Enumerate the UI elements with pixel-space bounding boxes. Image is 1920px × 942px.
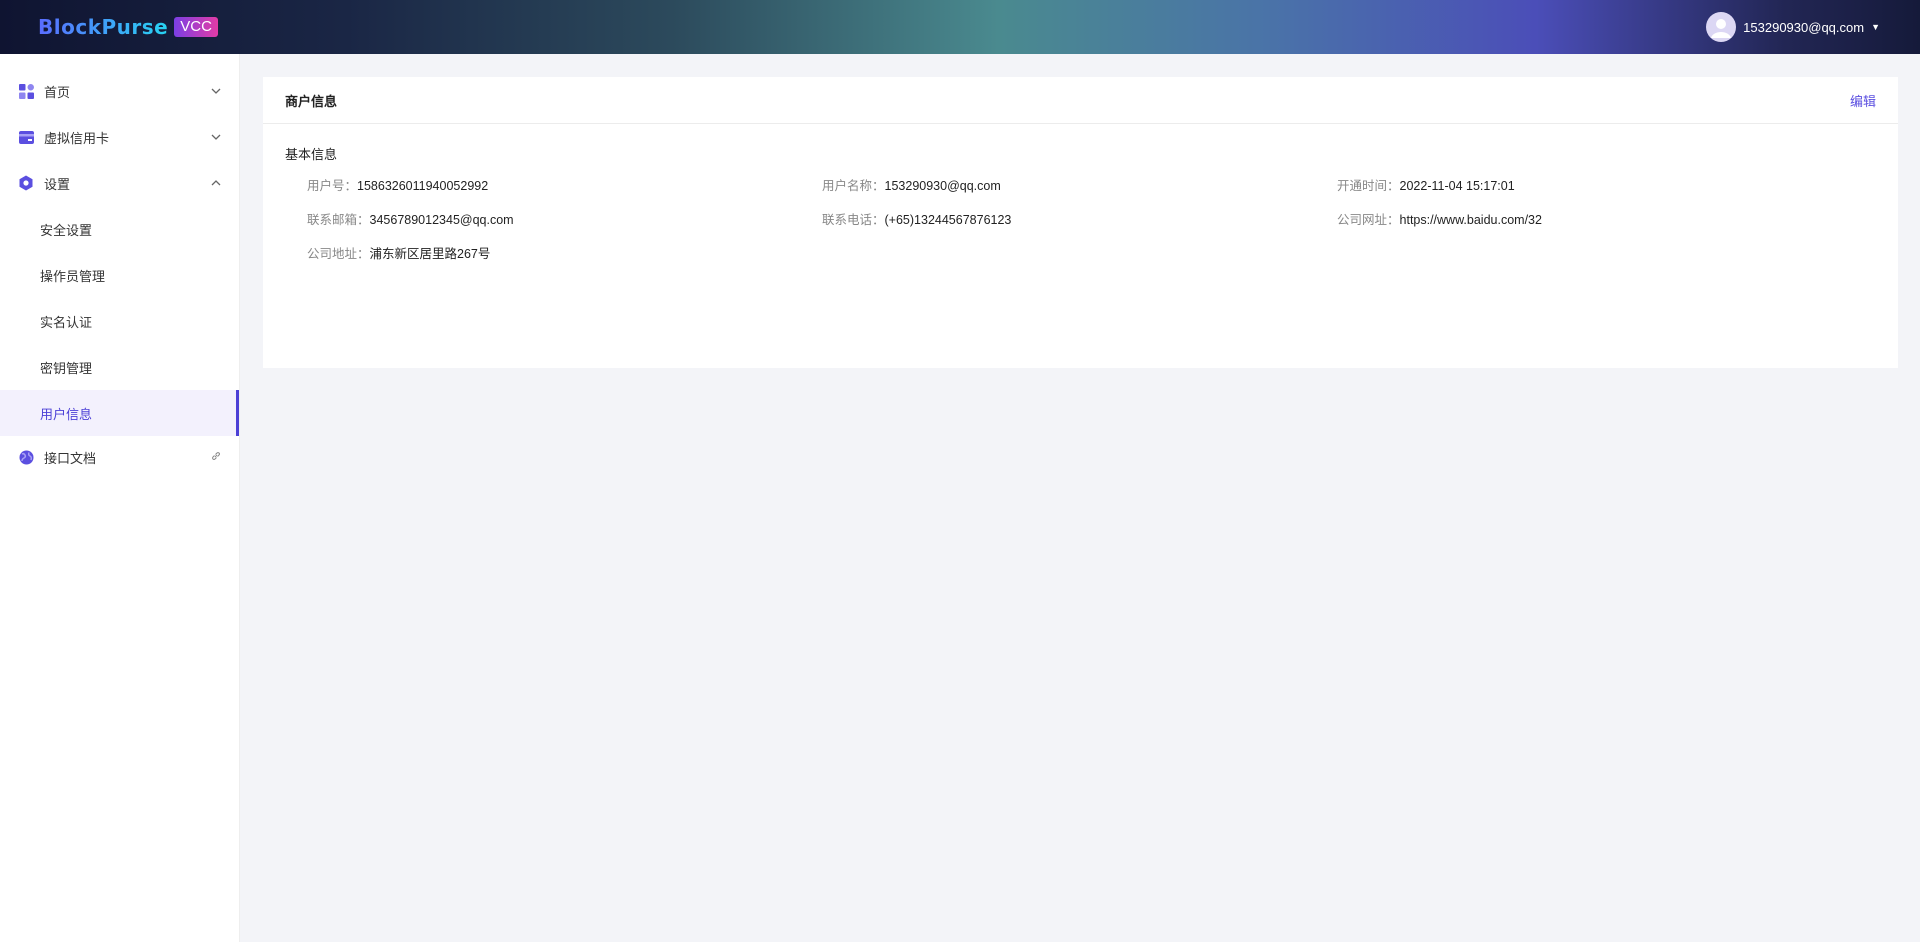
card-header: 商户信息 编辑 bbox=[263, 77, 1898, 124]
chevron-down-icon bbox=[211, 132, 221, 143]
info-grid: 用户号：1586326011940052992 用户名称：153290930@q… bbox=[285, 175, 1876, 262]
sidebar-item-settings[interactable]: 设置 bbox=[0, 160, 239, 206]
sidebar-item-label: 虚拟信用卡 bbox=[44, 130, 110, 146]
sidebar-subitem-label: 实名认证 bbox=[40, 314, 93, 330]
field-contact-phone: 联系电话：(+65)13244567876123 bbox=[822, 209, 1337, 228]
sidebar-item-label: 首页 bbox=[44, 84, 71, 100]
caret-down-icon[interactable]: ▼ bbox=[1871, 22, 1880, 32]
field-value: (+65)13244567876123 bbox=[884, 213, 1012, 227]
field-label: 联系电话： bbox=[822, 213, 885, 227]
sidebar-subitem-label: 用户信息 bbox=[40, 406, 93, 422]
field-company-website: 公司网址：https://www.baidu.com/32 bbox=[1337, 209, 1837, 228]
sidebar-subitem-keys[interactable]: 密钥管理 bbox=[0, 344, 239, 390]
logo-text: BlockPurse bbox=[38, 15, 169, 39]
field-value: 浦东新区居里路267号 bbox=[369, 247, 491, 261]
chevron-down-icon bbox=[211, 86, 221, 97]
user-email[interactable]: 153290930@qq.com bbox=[1743, 20, 1864, 35]
sidebar-item-api-docs[interactable]: 接口文档 bbox=[0, 436, 239, 478]
sidebar-subitem-verification[interactable]: 实名认证 bbox=[0, 298, 239, 344]
card-body: 基本信息 用户号：1586326011940052992 用户名称：153290… bbox=[263, 124, 1898, 282]
user-menu[interactable]: 153290930@qq.com ▼ bbox=[1706, 12, 1880, 42]
field-value: 3456789012345@qq.com bbox=[369, 213, 514, 227]
chevron-up-icon bbox=[211, 178, 221, 189]
field-label: 公司网址： bbox=[1337, 213, 1400, 227]
field-value: 1586326011940052992 bbox=[357, 179, 489, 193]
settings-icon bbox=[18, 175, 34, 191]
field-open-time: 开通时间：2022-11-04 15:17:01 bbox=[1337, 175, 1837, 194]
sidebar-subitem-operators[interactable]: 操作员管理 bbox=[0, 252, 239, 298]
sidebar-item-label: 设置 bbox=[44, 176, 71, 192]
merchant-info-card: 商户信息 编辑 基本信息 用户号：1586326011940052992 用户名… bbox=[263, 77, 1898, 368]
field-label: 公司地址： bbox=[307, 247, 370, 261]
card-title: 商户信息 bbox=[285, 93, 338, 109]
sidebar-subitem-label: 密钥管理 bbox=[40, 360, 93, 376]
logo-badge: VCC bbox=[174, 17, 218, 37]
link-icon bbox=[211, 451, 221, 464]
logo[interactable]: BlockPurse VCC bbox=[38, 15, 218, 39]
field-company-address: 公司地址：浦东新区居里路267号 bbox=[307, 243, 822, 262]
top-header: BlockPurse VCC 153290930@qq.com ▼ bbox=[0, 0, 1920, 54]
card-icon bbox=[18, 129, 34, 145]
avatar[interactable] bbox=[1706, 12, 1737, 42]
edit-button[interactable]: 编辑 bbox=[1850, 91, 1876, 110]
sidebar-subitem-label: 安全设置 bbox=[40, 222, 93, 238]
dashboard-icon bbox=[18, 83, 34, 99]
field-label: 联系邮箱： bbox=[307, 213, 370, 227]
field-contact-email: 联系邮箱：3456789012345@qq.com bbox=[307, 209, 822, 228]
sidebar: 首页 虚拟信用卡 设置 安全设置 操作员管理 实名认证 密钥管理 用户信息 接口… bbox=[0, 54, 240, 942]
field-value: 153290930@qq.com bbox=[884, 179, 1001, 193]
field-value: https://www.baidu.com/32 bbox=[1399, 213, 1542, 227]
user-avatar-icon bbox=[1711, 19, 1732, 38]
field-label: 用户号： bbox=[307, 179, 358, 193]
field-label: 开通时间： bbox=[1337, 179, 1400, 193]
sidebar-item-virtual-card[interactable]: 虚拟信用卡 bbox=[0, 114, 239, 160]
sidebar-item-home[interactable]: 首页 bbox=[0, 68, 239, 114]
sidebar-item-label: 接口文档 bbox=[44, 450, 97, 466]
field-user-id: 用户号：1586326011940052992 bbox=[307, 175, 822, 194]
globe-icon bbox=[18, 449, 34, 465]
field-label: 用户名称： bbox=[822, 179, 885, 193]
sidebar-subitem-security[interactable]: 安全设置 bbox=[0, 206, 239, 252]
sidebar-subitem-label: 操作员管理 bbox=[40, 268, 106, 284]
section-title: 基本信息 bbox=[285, 147, 338, 162]
sidebar-subitem-user-info[interactable]: 用户信息 bbox=[0, 390, 239, 436]
field-user-name: 用户名称：153290930@qq.com bbox=[822, 175, 1337, 194]
field-value: 2022-11-04 15:17:01 bbox=[1399, 179, 1515, 193]
